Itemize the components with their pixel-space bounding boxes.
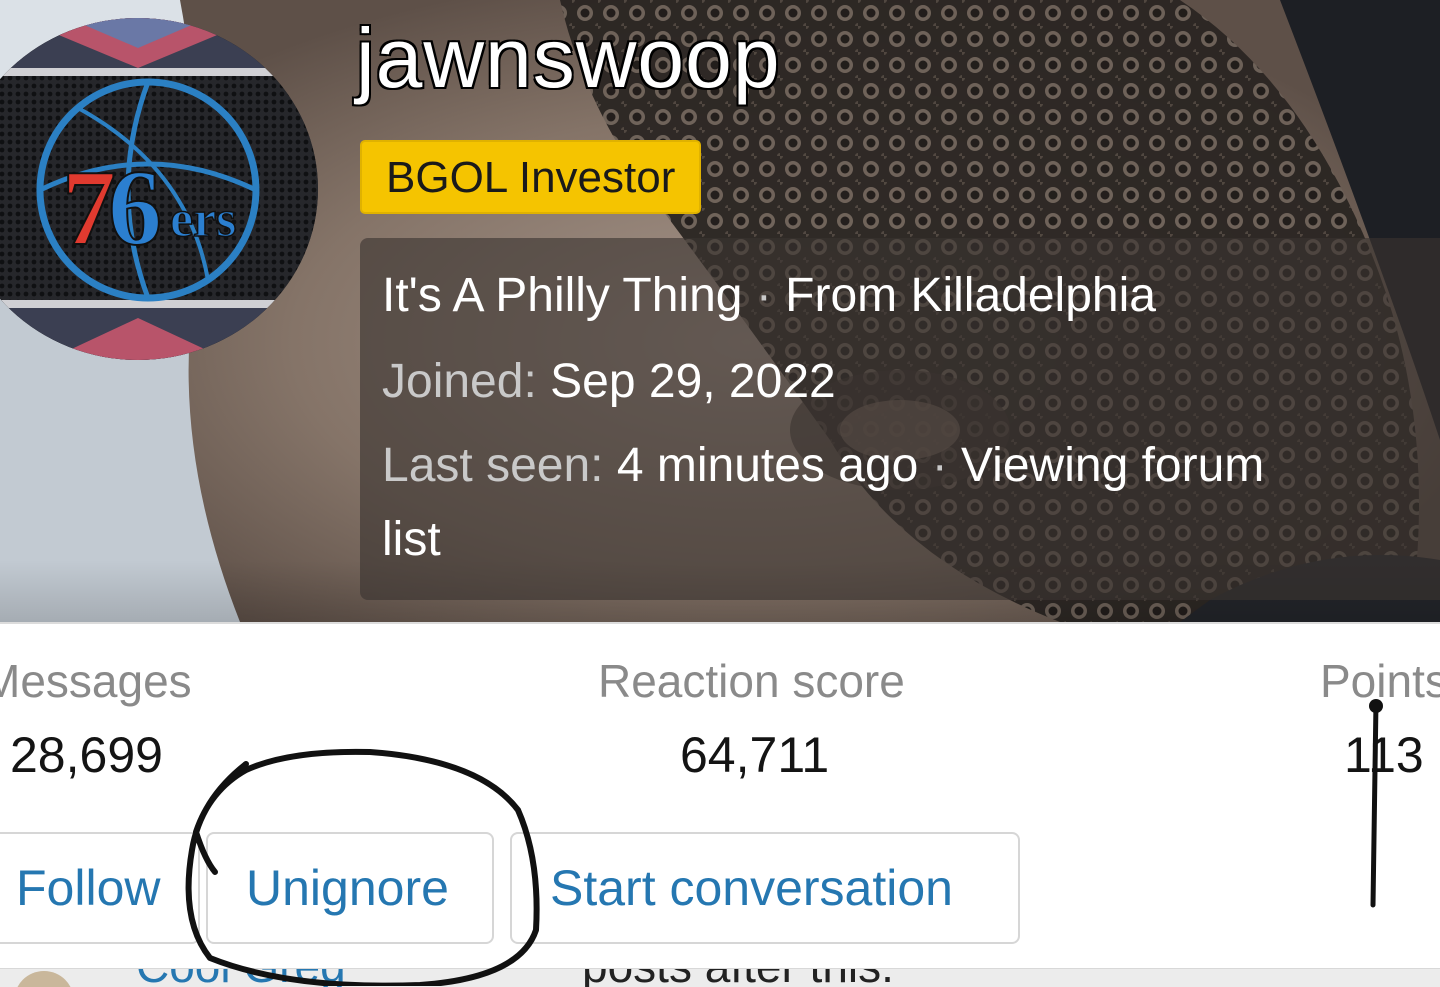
stat-reaction-value[interactable]: 64,711 [680,726,829,784]
custom-title-line: It's A Philly Thing · From Killadelphia [382,268,1156,323]
unignore-button[interactable]: Unignore [206,832,494,944]
stat-points-value[interactable]: 113 [1344,726,1424,784]
profile-username: jawnswoop [355,10,781,107]
profile-stats-row: Messages 28,699 Reaction score 64,711 Po… [0,622,1440,812]
post-snippet: posts after this. [582,969,894,987]
joined-label: Joined: [382,355,537,408]
member-name-link[interactable]: Cool Greg [136,969,346,987]
profile-banner: 7 6 ers jawnswoop BGOL Investor It's A P… [0,0,1440,622]
start-conversation-button[interactable]: Start conversation [510,832,1020,944]
custom-title: It's A Philly Thing [382,269,743,322]
location-link[interactable]: From Killadelphia [785,269,1156,322]
stat-messages-value[interactable]: 28,699 [10,726,163,784]
stat-points-label[interactable]: Points [1320,654,1440,708]
svg-text:ers: ers [170,191,236,248]
activity-wrap-line: list [382,512,441,567]
separator: · [755,269,772,322]
stat-reaction-label[interactable]: Reaction score [598,654,905,708]
joined-line: Joined: Sep 29, 2022 [382,354,836,409]
joined-date: Sep 29, 2022 [550,355,836,408]
activity-text: Viewing forum [961,439,1265,492]
separator: · [931,439,948,492]
last-seen-line: Last seen: 4 minutes ago · Viewing forum [382,438,1264,493]
last-seen-value: 4 minutes ago [616,439,919,492]
follow-button[interactable]: Follow [0,832,200,944]
svg-text:6: 6 [108,149,162,268]
activity-text-cont: list [382,513,441,566]
last-seen-label: Last seen: [382,439,604,492]
stat-messages-label[interactable]: Messages [0,654,192,708]
member-avatar[interactable] [14,971,74,987]
profile-info-panel: It's A Philly Thing · From Killadelphia … [360,238,1440,600]
profile-actions-bar: Follow Unignore Start conversation [0,810,1440,970]
user-title-badge: BGOL Investor [360,140,702,214]
profile-content-below: Cool Greg posts after this. [0,968,1440,987]
